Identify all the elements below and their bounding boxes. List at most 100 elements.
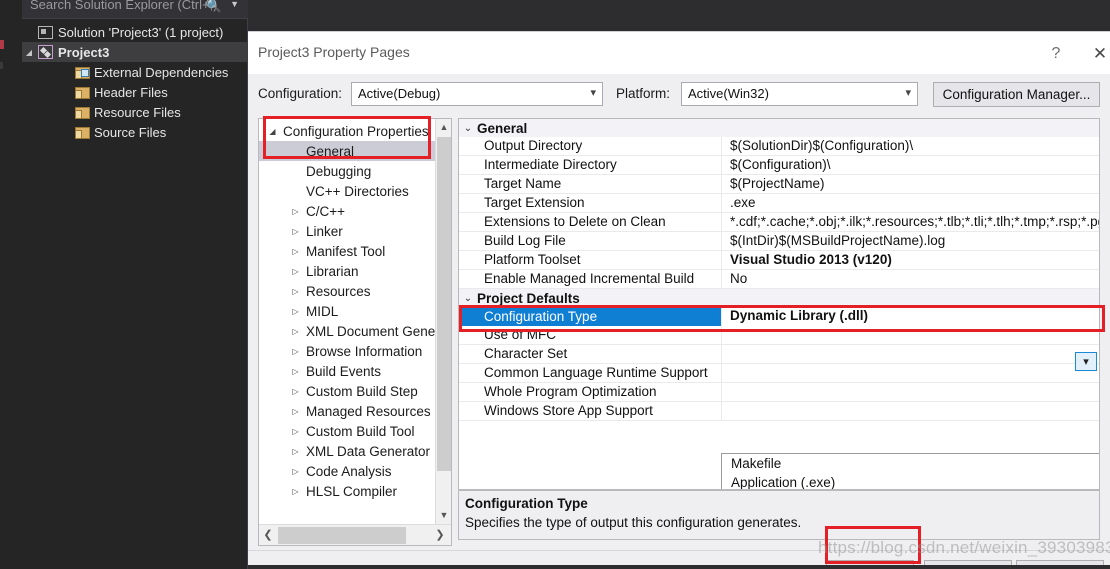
property-value[interactable]: $(SolutionDir)$(Configuration)\ — [730, 138, 913, 153]
chevron-up-icon[interactable]: ▲ — [436, 119, 452, 136]
chevron-down-icon[interactable]: ⌄ — [459, 123, 477, 134]
property-tree-item-label: Configuration Properties — [283, 123, 429, 139]
expander-icon[interactable]: ▷ — [288, 367, 303, 376]
property-value[interactable]: *.cdf;*.cache;*.obj;*.ilk;*.resources;*.… — [730, 214, 1099, 229]
configuration-value: Active(Debug) — [358, 86, 441, 101]
expander-icon[interactable]: ▷ — [288, 347, 303, 356]
expander-icon[interactable]: ▷ — [288, 467, 303, 476]
property-tree-item-custom-build-step[interactable]: ▷ Custom Build Step — [259, 381, 437, 401]
expander-icon[interactable]: ◢ — [22, 48, 36, 57]
solution-tree-item[interactable]: ◢ Project3 — [22, 42, 248, 62]
property-group-header[interactable]: ⌄ Project Defaults — [459, 289, 1099, 307]
property-tree-item-c-c[interactable]: ▷ C/C++ — [259, 201, 437, 221]
property-value[interactable]: .exe — [730, 195, 756, 210]
property-row[interactable]: Configuration Type Dynamic Library (.dll) — [459, 307, 1099, 326]
configuration-manager-button[interactable]: Configuration Manager... — [933, 82, 1100, 107]
expander-icon[interactable]: ▷ — [288, 487, 303, 496]
property-row[interactable]: Common Language Runtime Support — [459, 364, 1099, 383]
expander-icon[interactable]: ▷ — [288, 287, 303, 296]
close-icon[interactable]: ✕ — [1080, 41, 1110, 67]
property-value[interactable]: No — [730, 271, 747, 286]
scrollbar-thumb[interactable] — [437, 137, 451, 471]
scrollbar-thumb[interactable] — [278, 527, 406, 544]
property-tree-item-hlsl-compiler[interactable]: ▷ HLSL Compiler — [259, 481, 437, 501]
property-tree-horizontal-scrollbar[interactable]: ❮ ❯ — [259, 524, 451, 545]
expander-icon[interactable]: ▷ — [288, 447, 303, 456]
dropdown-option[interactable]: Makefile — [722, 454, 1099, 473]
property-tree-item-label: Code Analysis — [306, 463, 392, 479]
chevron-down-icon[interactable]: ▼ — [436, 507, 452, 524]
solution-tree-item[interactable]: Header Files — [22, 82, 248, 102]
property-row[interactable]: Character Set — [459, 345, 1099, 364]
expander-icon[interactable]: ▷ — [288, 427, 303, 436]
property-group-header[interactable]: ⌄ General — [459, 119, 1099, 137]
expander-icon[interactable]: ▷ — [288, 387, 303, 396]
property-value[interactable]: Dynamic Library (.dll) — [730, 308, 868, 323]
property-tree-item-debugging[interactable]: Debugging — [259, 161, 437, 181]
property-tree-item-resources[interactable]: ▷ Resources — [259, 281, 437, 301]
search-solution-explorer-box[interactable]: Search Solution Explorer (Ctrl+;) 🔍 ▼ — [22, 0, 248, 19]
property-row[interactable]: Platform Toolset Visual Studio 2013 (v120… — [459, 251, 1099, 270]
solution-tree-item[interactable]: Source Files — [22, 122, 248, 142]
property-row[interactable]: Use of MFC — [459, 326, 1099, 345]
property-row[interactable]: Target Extension .exe — [459, 194, 1099, 213]
property-row[interactable]: Intermediate Directory $(Configuration)\ — [459, 156, 1099, 175]
expander-icon[interactable]: ◢ — [265, 127, 280, 136]
expander-icon[interactable]: ▷ — [288, 307, 303, 316]
expander-icon[interactable]: ▷ — [288, 267, 303, 276]
property-tree-item-manifest-tool[interactable]: ▷ Manifest Tool — [259, 241, 437, 261]
question-mark-icon[interactable]: ? — [1036, 41, 1076, 67]
property-tree-item-xml-data-generator[interactable]: ▷ XML Data Generator — [259, 441, 437, 461]
chevron-down-icon[interactable]: ▾ — [905, 86, 911, 99]
property-row[interactable]: Windows Store App Support — [459, 402, 1099, 421]
chevron-right-icon[interactable]: ❯ — [431, 525, 449, 545]
solution-tree-item[interactable]: Resource Files — [22, 102, 248, 122]
property-tree-item-build-events[interactable]: ▷ Build Events — [259, 361, 437, 381]
property-row[interactable]: Whole Program Optimization — [459, 383, 1099, 402]
expander-icon[interactable]: ▷ — [288, 227, 303, 236]
property-tree-item-general[interactable]: General — [259, 141, 437, 161]
property-name: Extensions to Delete on Clean — [484, 214, 666, 229]
configuration-type-dropdown-list[interactable]: MakefileApplication (.exe)Dynamic Librar… — [721, 453, 1099, 489]
property-tree-item-midl[interactable]: ▷ MIDL — [259, 301, 437, 321]
property-row[interactable]: Enable Managed Incremental Build No — [459, 270, 1099, 289]
property-row[interactable]: Build Log File $(IntDir)$(MSBuildProjectN… — [459, 232, 1099, 251]
property-tree-item-browse-information[interactable]: ▷ Browse Information — [259, 341, 437, 361]
property-value[interactable]: Visual Studio 2013 (v120) — [730, 252, 892, 267]
platform-combobox[interactable]: Active(Win32) ▾ — [681, 82, 918, 106]
expander-icon[interactable]: ▷ — [288, 407, 303, 416]
dropdown-option[interactable]: Application (.exe) — [722, 473, 1099, 489]
property-tree-item-configuration-properties[interactable]: ◢ Configuration Properties — [259, 121, 437, 141]
property-value[interactable]: $(IntDir)$(MSBuildProjectName).log — [730, 233, 945, 248]
property-row[interactable]: Target Name $(ProjectName) — [459, 175, 1099, 194]
property-tree-item-vc-directories[interactable]: VC++ Directories — [259, 181, 437, 201]
solution-tree-item-label: Source Files — [94, 124, 167, 140]
property-value[interactable]: $(Configuration)\ — [730, 157, 831, 172]
property-tree-item-label: Browse Information — [306, 343, 423, 359]
solution-tree-item[interactable]: External Dependencies — [22, 62, 248, 82]
configuration-combobox[interactable]: Active(Debug) ▾ — [351, 82, 603, 106]
chevron-left-icon[interactable]: ❮ — [259, 525, 277, 545]
configuration-type-dropdown-button[interactable]: ▾ — [1075, 352, 1097, 371]
expander-icon[interactable]: ▷ — [288, 207, 303, 216]
chevron-down-icon[interactable]: ▾ — [590, 86, 596, 99]
property-tree-item-linker[interactable]: ▷ Linker — [259, 221, 437, 241]
expander-icon[interactable]: ▷ — [288, 247, 303, 256]
property-tree-item-custom-build-tool[interactable]: ▷ Custom Build Tool — [259, 421, 437, 441]
expander-icon[interactable]: ▷ — [288, 327, 303, 336]
property-tree-item-xml-document-gene[interactable]: ▷ XML Document Gene — [259, 321, 437, 341]
property-tree-vertical-scrollbar[interactable]: ▲ ▼ — [435, 119, 451, 524]
property-tree-item-managed-resources[interactable]: ▷ Managed Resources — [259, 401, 437, 421]
property-value[interactable]: $(ProjectName) — [730, 176, 825, 191]
property-row[interactable]: Output Directory $(SolutionDir)$(Configur… — [459, 137, 1099, 156]
gutter-mark — [0, 62, 3, 69]
search-input[interactable]: Search Solution Explorer (Ctrl+;) — [30, 0, 218, 12]
property-tree-item-librarian[interactable]: ▷ Librarian — [259, 261, 437, 281]
chevron-down-icon[interactable]: ⌄ — [459, 293, 477, 304]
search-icon[interactable]: 🔍 — [206, 0, 222, 14]
property-row[interactable]: Extensions to Delete on Clean *.cdf;*.cac… — [459, 213, 1099, 232]
chevron-down-icon[interactable]: ▼ — [230, 0, 239, 9]
property-tree-item-code-analysis[interactable]: ▷ Code Analysis — [259, 461, 437, 481]
description-pane: Configuration Type Specifies the type of… — [458, 490, 1100, 540]
solution-tree-item[interactable]: Solution 'Project3' (1 project) — [22, 22, 248, 42]
